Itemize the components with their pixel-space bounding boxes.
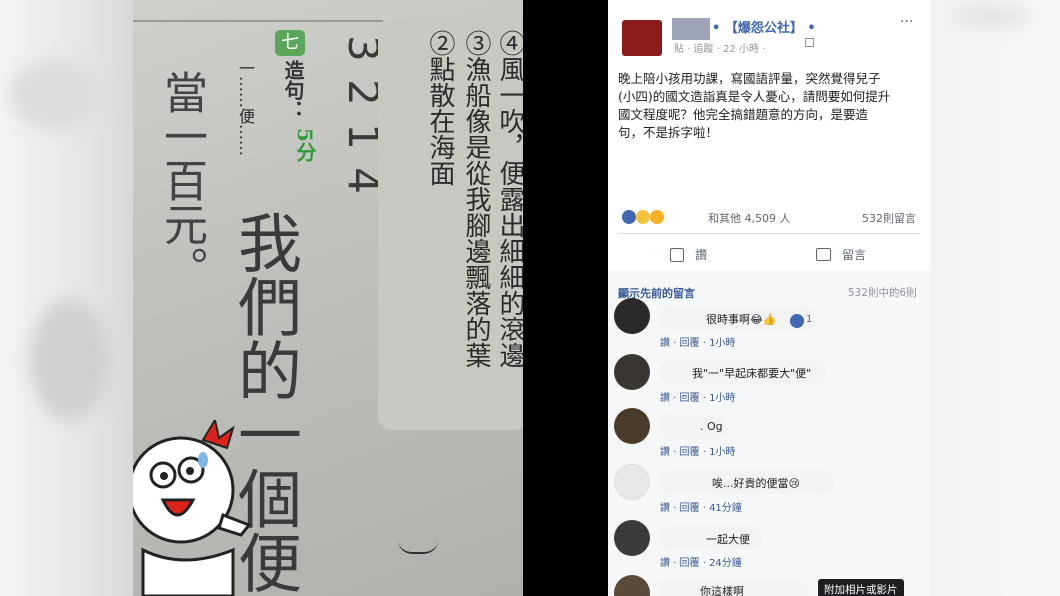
blur-shape (950, 6, 1030, 26)
comment-actions[interactable]: 讚 · 回覆 · 24分鐘 (660, 554, 742, 569)
author-avatar[interactable] (622, 20, 662, 56)
comment-label: 留言 (842, 248, 867, 262)
comment-like-count: 1 (806, 314, 813, 325)
handwritten-stroke (398, 540, 438, 554)
comment-text: 一起大便 (706, 533, 750, 546)
worksheet-photo: 七 造句： 5分 一……便…… 3 2 1 4 ②點散在海面 ③漁船像是從我腳邊… (133, 0, 523, 596)
comment-actions[interactable]: 讚 · 回覆 · 1小時 (660, 443, 735, 458)
comment-text: 我"一"早起床都要大"便" (692, 367, 812, 380)
comments-count[interactable]: 532則留言 (862, 210, 916, 226)
blur-shape (30, 300, 110, 420)
attach-photo-tooltip: 附加相片或影片 (818, 579, 904, 596)
commenter-avatar[interactable] (614, 298, 650, 334)
page-name[interactable]: • 【爆怨公社】 • (712, 17, 816, 36)
post-body-line: 晚上陪小孩用功課，寫國語評量，突然覺得兒子 (618, 71, 881, 86)
facebook-post-panel: • 【爆怨公社】 • 貼 · 追蹤 · 22 小時 · ··· 晚上陪小孩用功課… (608, 0, 930, 596)
thumbs-up-icon (670, 247, 684, 262)
blur-shape (10, 60, 100, 130)
option-item: ④風一吹，便露出細細的滾邊 (495, 30, 523, 368)
haha-reaction-icon (636, 210, 650, 224)
comment-button[interactable]: 留言 (816, 244, 866, 262)
comment-text: 你這樣啊 (700, 585, 744, 596)
post-body-line: (小四)的國文造詣真是令人憂心，請問要如何提升 (618, 89, 891, 104)
question-title: 造句： (281, 60, 305, 120)
margin-note: 當一百元。 (156, 70, 207, 290)
blurred-right-margin (930, 0, 1060, 596)
like-label: 讚 (695, 248, 708, 262)
comment-actions[interactable]: 讚 · 回覆 · 1小時 (660, 389, 735, 404)
divider (618, 233, 920, 234)
cartoon-character-sticker (133, 420, 252, 596)
post-body-line: 句，不是拆字啦！ (618, 125, 719, 140)
more-options-icon[interactable]: ··· (900, 14, 913, 30)
blurred-left-margin (0, 0, 133, 596)
commenter-avatar[interactable] (614, 408, 650, 444)
comment-text: 很時事啊😂👍 (706, 313, 777, 326)
commenter-avatar[interactable] (614, 464, 650, 500)
comment-actions[interactable]: 讚 · 回覆 · 1小時 (660, 334, 735, 349)
blurred-name (672, 18, 710, 40)
option-item: ②點散在海面 (425, 30, 455, 186)
globe-icon (805, 38, 814, 47)
screenshot-canvas: 七 造句： 5分 一……便…… 3 2 1 4 ②點散在海面 ③漁船像是從我腳邊… (0, 0, 1060, 596)
option-item: ③漁船像是從我腳邊飄落的葉 (461, 30, 491, 368)
reactions-count[interactable]: 和其他 4,509 人 (708, 210, 790, 226)
like-button[interactable]: 讚 (670, 244, 707, 262)
wow-reaction-icon (650, 210, 664, 224)
commenter-avatar[interactable] (614, 520, 650, 556)
worksheet-border (133, 0, 383, 22)
black-divider (523, 0, 608, 596)
question-badge: 七 (275, 30, 305, 56)
like-reaction-icon (622, 210, 636, 224)
comment-text: 唉...好貴的便當😢 (712, 477, 800, 490)
prompt-line: 一……便…… (236, 60, 255, 156)
comment-counter: 532則中的6則 (848, 287, 917, 299)
commenter-avatar[interactable] (614, 354, 650, 390)
question-score: 5分 (293, 128, 317, 162)
comment-actions[interactable]: 讚 · 回覆 · 41分鐘 (660, 499, 742, 514)
post-body-line: 國文程度呢？他完全搞錯題意的方向，是要造 (618, 107, 869, 122)
comment-icon (816, 248, 831, 261)
comment-text: . Og (700, 420, 723, 433)
post-meta: 貼 · 追蹤 · 22 小時 · (674, 44, 766, 55)
like-badge-icon (790, 314, 804, 328)
